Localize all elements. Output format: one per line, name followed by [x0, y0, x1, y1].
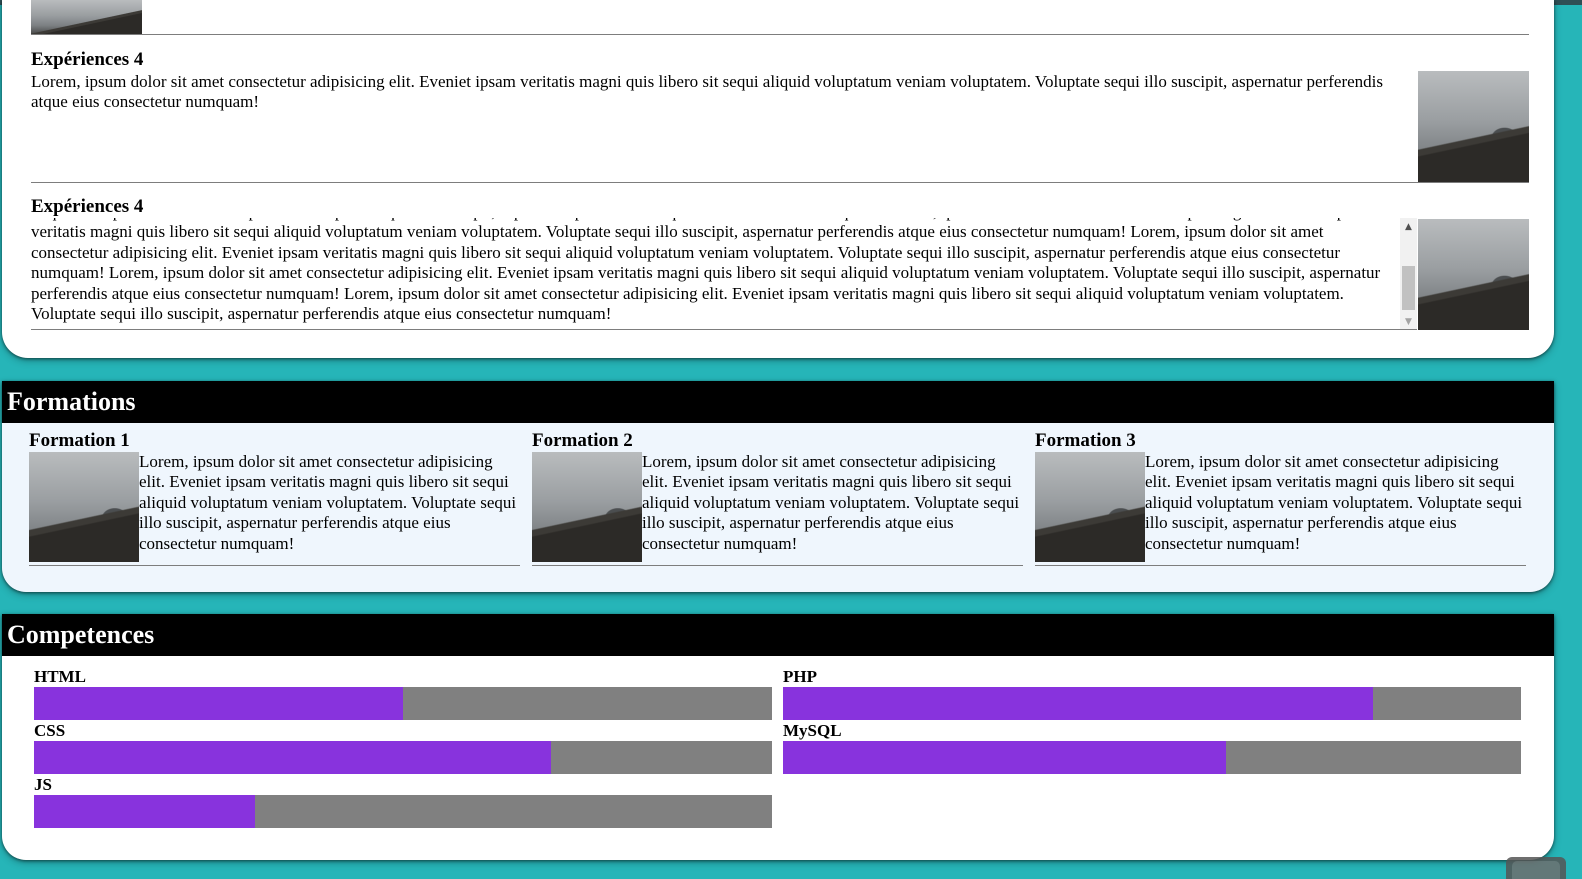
divider	[31, 34, 1529, 35]
skill-bar-php	[783, 687, 1521, 720]
formation-image	[1035, 452, 1145, 562]
scroll-down-arrow-icon[interactable]: ▼	[1400, 315, 1417, 329]
skill-bar-fill	[783, 687, 1374, 720]
scrollbar-thumb[interactable]	[1402, 266, 1415, 310]
formation-title: Formation 2	[532, 430, 633, 451]
skill-bar-fill	[34, 741, 551, 774]
scroll-to-top-button[interactable]	[1506, 857, 1566, 879]
competences-heading: Competences	[2, 614, 1554, 656]
formation-title: Formation 1	[29, 430, 130, 451]
formations-heading: Formations	[2, 381, 1554, 423]
experiences-section: Expériences 4 Lorem, ipsum dolor sit ame…	[2, 0, 1554, 358]
formation-text: Lorem, ipsum dolor sit amet consectetur …	[642, 452, 1020, 553]
skill-bar-mysql	[783, 741, 1521, 774]
formation-text: Lorem, ipsum dolor sit amet consectetur …	[139, 452, 517, 553]
skill-label-html: HTML	[34, 667, 86, 686]
skill-bar-css	[34, 741, 772, 774]
skill-label-js: JS	[34, 775, 52, 794]
formation-image	[532, 452, 642, 562]
skill-bar-html	[34, 687, 772, 720]
skill-bar-fill	[783, 741, 1226, 774]
competences-section: Competences HTML PHP CSS MySQL JS	[2, 614, 1554, 860]
experience-image-partial	[31, 0, 142, 34]
divider	[31, 182, 1529, 183]
vertical-scrollbar[interactable]: ▲ ▼	[1400, 218, 1417, 329]
experience-text-scrollbox[interactable]: aliquid voluptatum veniam voluptatem. Vo…	[31, 218, 1417, 329]
skill-bar-fill	[34, 687, 403, 720]
formations-section: Formations Formation 1 Lorem, ipsum dolo…	[2, 381, 1554, 592]
formation-item: Formation 2 Lorem, ipsum dolor sit amet …	[532, 430, 1023, 566]
formation-item: Formation 1 Lorem, ipsum dolor sit amet …	[29, 430, 520, 566]
formation-item: Formation 3 Lorem, ipsum dolor sit amet …	[1035, 430, 1526, 566]
experience-text: aliquid voluptatum veniam voluptatem. Vo…	[31, 218, 1381, 324]
skill-bar-js	[34, 795, 772, 828]
experience-title: Expériences 4	[31, 49, 144, 70]
experience-image	[1418, 71, 1529, 182]
formation-title: Formation 3	[1035, 430, 1136, 451]
formation-image	[29, 452, 139, 562]
formation-text: Lorem, ipsum dolor sit amet consectetur …	[1145, 452, 1523, 553]
skill-label-mysql: MySQL	[783, 721, 842, 740]
skill-bar-fill	[34, 795, 256, 828]
skill-label-php: PHP	[783, 667, 817, 686]
scroll-up-arrow-icon[interactable]: ▲	[1400, 220, 1417, 234]
experience-title: Expériences 4	[31, 196, 144, 217]
divider	[31, 329, 1417, 330]
skill-label-css: CSS	[34, 721, 66, 740]
experience-image	[1418, 219, 1529, 330]
experience-text: Lorem, ipsum dolor sit amet consectetur …	[31, 72, 1384, 112]
